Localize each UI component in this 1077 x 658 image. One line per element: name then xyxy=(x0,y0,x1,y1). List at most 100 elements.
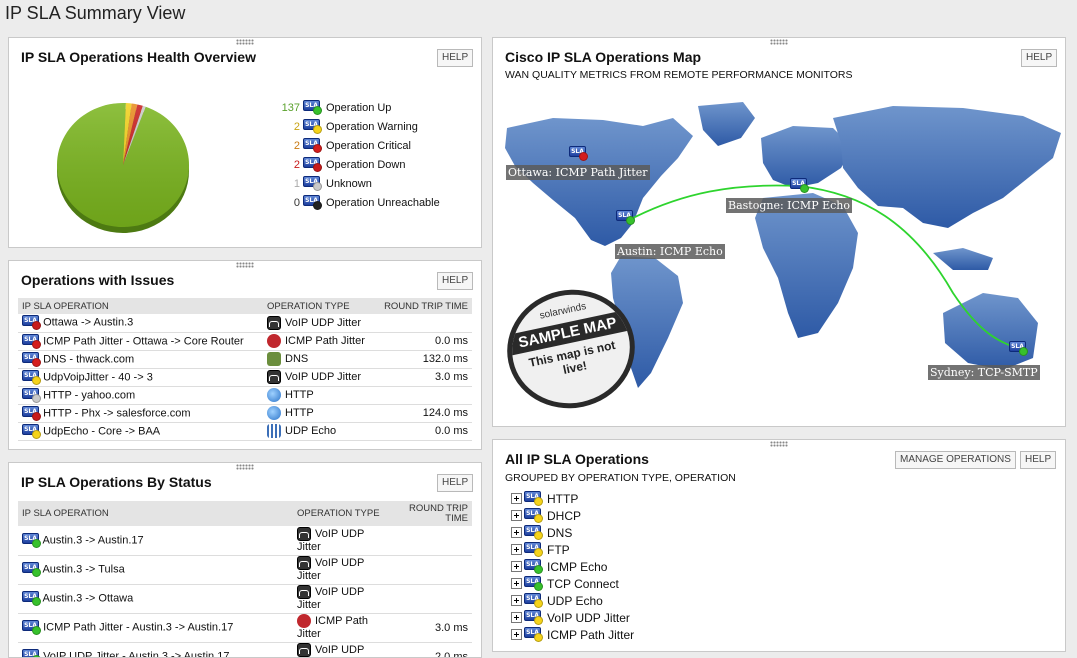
legend-item[interactable]: 0 SLA Operation Unreachable xyxy=(267,193,440,212)
table-row[interactable]: SLA Austin.3 -> Ottawa VoIP UDP Jitter xyxy=(18,584,472,614)
operation-name[interactable]: Austin.3 -> Ottawa xyxy=(42,592,133,604)
legend-item[interactable]: 2 SLA Operation Critical xyxy=(267,136,440,155)
drag-handle[interactable] xyxy=(236,262,254,268)
table-row[interactable]: SLA ICMP Path Jitter - Austin.3 -> Austi… xyxy=(18,613,472,643)
legend-label: Unknown xyxy=(326,177,372,190)
map-node-austin[interactable]: SLA xyxy=(616,210,635,225)
legend-item[interactable]: 137 SLA Operation Up xyxy=(267,98,440,117)
col-type[interactable]: OPERATION TYPE xyxy=(293,501,393,526)
tree-group-label[interactable]: UDP Echo xyxy=(547,594,603,608)
tree-group-label[interactable]: ICMP Path Jitter xyxy=(547,628,634,642)
operation-name[interactable]: VoIP UDP Jitter - Austin.3 -> Austin.17 xyxy=(43,650,229,657)
tree-group-label[interactable]: ICMP Echo xyxy=(547,560,607,574)
all-ops-help-button[interactable]: HELP xyxy=(1020,451,1057,469)
map-label-bastogne[interactable]: Bastogne: ICMP Echo xyxy=(726,198,852,213)
drag-handle[interactable] xyxy=(236,39,254,45)
tree-group-label[interactable]: TCP Connect xyxy=(547,577,619,591)
table-row[interactable]: SLA Austin.3 -> Tulsa VoIP UDP Jitter xyxy=(18,555,472,585)
table-row[interactable]: SLA ICMP Path Jitter - Ottawa -> Core Ro… xyxy=(18,332,472,351)
map-help-button[interactable]: HELP xyxy=(1021,49,1058,67)
expand-icon[interactable] xyxy=(511,544,522,555)
operation-name[interactable]: Austin.3 -> Austin.17 xyxy=(42,534,143,546)
operation-type: HTTP xyxy=(285,406,314,419)
legend-item[interactable]: 1 SLA Unknown xyxy=(267,174,440,193)
pie-slice-operation-up[interactable] xyxy=(56,102,189,227)
col-rtt[interactable]: ROUND TRIP TIME xyxy=(393,501,472,526)
tree-group-item[interactable]: SLA DHCP xyxy=(511,507,634,524)
table-row[interactable]: SLA Ottawa -> Austin.3 VoIP UDP Jitter xyxy=(18,314,472,333)
map-label-sydney[interactable]: Sydney: TCP-SMTP xyxy=(928,365,1040,380)
tree-group-item[interactable]: SLA HTTP xyxy=(511,490,634,507)
operation-name[interactable]: HTTP - yahoo.com xyxy=(43,389,135,401)
operation-cell[interactable]: SLA UdpEcho - Core -> BAA xyxy=(18,422,263,441)
operation-name[interactable]: DNS - thwack.com xyxy=(43,353,134,365)
col-type[interactable]: OPERATION TYPE xyxy=(263,298,373,314)
table-row[interactable]: SLA Austin.3 -> Austin.17 VoIP UDP Jitter xyxy=(18,526,472,556)
table-row[interactable]: SLA HTTP - Phx -> salesforce.com HTTP 124.… xyxy=(18,404,472,423)
all-ops-subtitle: GROUPED BY OPERATION TYPE, OPERATION xyxy=(505,472,736,484)
tree-group-item[interactable]: SLA FTP xyxy=(511,541,634,558)
bystatus-help-button[interactable]: HELP xyxy=(437,474,474,492)
operation-name[interactable]: ICMP Path Jitter - Ottawa -> Core Router xyxy=(43,335,244,347)
operation-name[interactable]: Ottawa -> Austin.3 xyxy=(43,317,133,329)
map-node-sydney[interactable]: SLA xyxy=(1009,341,1028,356)
operation-cell[interactable]: SLA HTTP - yahoo.com xyxy=(18,386,263,405)
expand-icon[interactable] xyxy=(511,578,522,589)
operation-cell[interactable]: SLA UdpVoipJitter - 40 -> 3 xyxy=(18,368,263,387)
table-row[interactable]: SLA VoIP UDP Jitter - Austin.3 -> Austin… xyxy=(18,642,472,657)
expand-icon[interactable] xyxy=(511,612,522,623)
tree-group-item[interactable]: SLA DNS xyxy=(511,524,634,541)
operation-cell[interactable]: SLA DNS - thwack.com xyxy=(18,350,263,369)
expand-icon[interactable] xyxy=(511,493,522,504)
col-operation[interactable]: IP SLA OPERATION xyxy=(18,501,293,526)
operation-cell[interactable]: SLA ICMP Path Jitter - Austin.3 -> Austi… xyxy=(18,613,293,643)
drag-handle[interactable] xyxy=(770,39,788,45)
operation-cell[interactable]: SLA Austin.3 -> Tulsa xyxy=(18,555,293,585)
health-help-button[interactable]: HELP xyxy=(437,49,474,67)
legend-item[interactable]: 2 SLA Operation Warning xyxy=(267,117,440,136)
expand-icon[interactable] xyxy=(511,510,522,521)
map-label-ottawa[interactable]: Ottawa: ICMP Path Jitter xyxy=(506,165,650,180)
operation-cell[interactable]: SLA VoIP UDP Jitter - Austin.3 -> Austin… xyxy=(18,642,293,657)
manage-operations-button[interactable]: MANAGE OPERATIONS xyxy=(895,451,1016,469)
table-row[interactable]: SLA HTTP - yahoo.com HTTP xyxy=(18,386,472,405)
map-node-bastogne[interactable]: SLA xyxy=(790,178,809,193)
operation-name[interactable]: ICMP Path Jitter - Austin.3 -> Austin.17 xyxy=(43,621,233,633)
operation-name[interactable]: UdpVoipJitter - 40 -> 3 xyxy=(43,371,153,383)
drag-handle[interactable] xyxy=(236,464,254,470)
operation-cell[interactable]: SLA ICMP Path Jitter - Ottawa -> Core Ro… xyxy=(18,332,263,351)
operation-cell[interactable]: SLA Austin.3 -> Ottawa xyxy=(18,584,293,614)
operation-cell[interactable]: SLA Ottawa -> Austin.3 xyxy=(18,314,263,333)
expand-icon[interactable] xyxy=(511,527,522,538)
operation-name[interactable]: UdpEcho - Core -> BAA xyxy=(43,425,160,437)
tree-group-item[interactable]: SLA ICMP Echo xyxy=(511,558,634,575)
map-label-austin[interactable]: Austin: ICMP Echo xyxy=(615,244,725,259)
expand-icon[interactable] xyxy=(511,629,522,640)
tree-group-item[interactable]: SLA UDP Echo xyxy=(511,592,634,609)
tree-group-item[interactable]: SLA VoIP UDP Jitter xyxy=(511,609,634,626)
pie-slices xyxy=(56,102,189,227)
expand-icon[interactable] xyxy=(511,561,522,572)
tree-group-item[interactable]: SLA ICMP Path Jitter xyxy=(511,626,634,643)
tree-group-label[interactable]: VoIP UDP Jitter xyxy=(547,611,630,625)
col-rtt[interactable]: ROUND TRIP TIME xyxy=(373,298,472,314)
tree-group-item[interactable]: SLA TCP Connect xyxy=(511,575,634,592)
map-node-ottawa[interactable]: SLA xyxy=(569,146,588,161)
col-operation[interactable]: IP SLA OPERATION xyxy=(18,298,263,314)
operation-cell[interactable]: SLA Austin.3 -> Austin.17 xyxy=(18,526,293,556)
expand-icon[interactable] xyxy=(511,595,522,606)
globe-icon xyxy=(267,388,281,402)
tree-group-label[interactable]: HTTP xyxy=(547,492,578,506)
tree-group-label[interactable]: DHCP xyxy=(547,509,581,523)
legend-item[interactable]: 2 SLA Operation Down xyxy=(267,155,440,174)
drag-handle[interactable] xyxy=(770,441,788,447)
table-row[interactable]: SLA DNS - thwack.com DNS 132.0 ms xyxy=(18,350,472,369)
tree-group-label[interactable]: DNS xyxy=(547,526,572,540)
operation-name[interactable]: Austin.3 -> Tulsa xyxy=(42,563,124,575)
operation-name[interactable]: HTTP - Phx -> salesforce.com xyxy=(43,407,190,419)
table-row[interactable]: SLA UdpEcho - Core -> BAA UDP Echo 0.0 ms xyxy=(18,422,472,441)
issues-help-button[interactable]: HELP xyxy=(437,272,474,290)
operation-cell[interactable]: SLA HTTP - Phx -> salesforce.com xyxy=(18,404,263,423)
table-row[interactable]: SLA UdpVoipJitter - 40 -> 3 VoIP UDP Jitt… xyxy=(18,368,472,387)
tree-group-label[interactable]: FTP xyxy=(547,543,570,557)
